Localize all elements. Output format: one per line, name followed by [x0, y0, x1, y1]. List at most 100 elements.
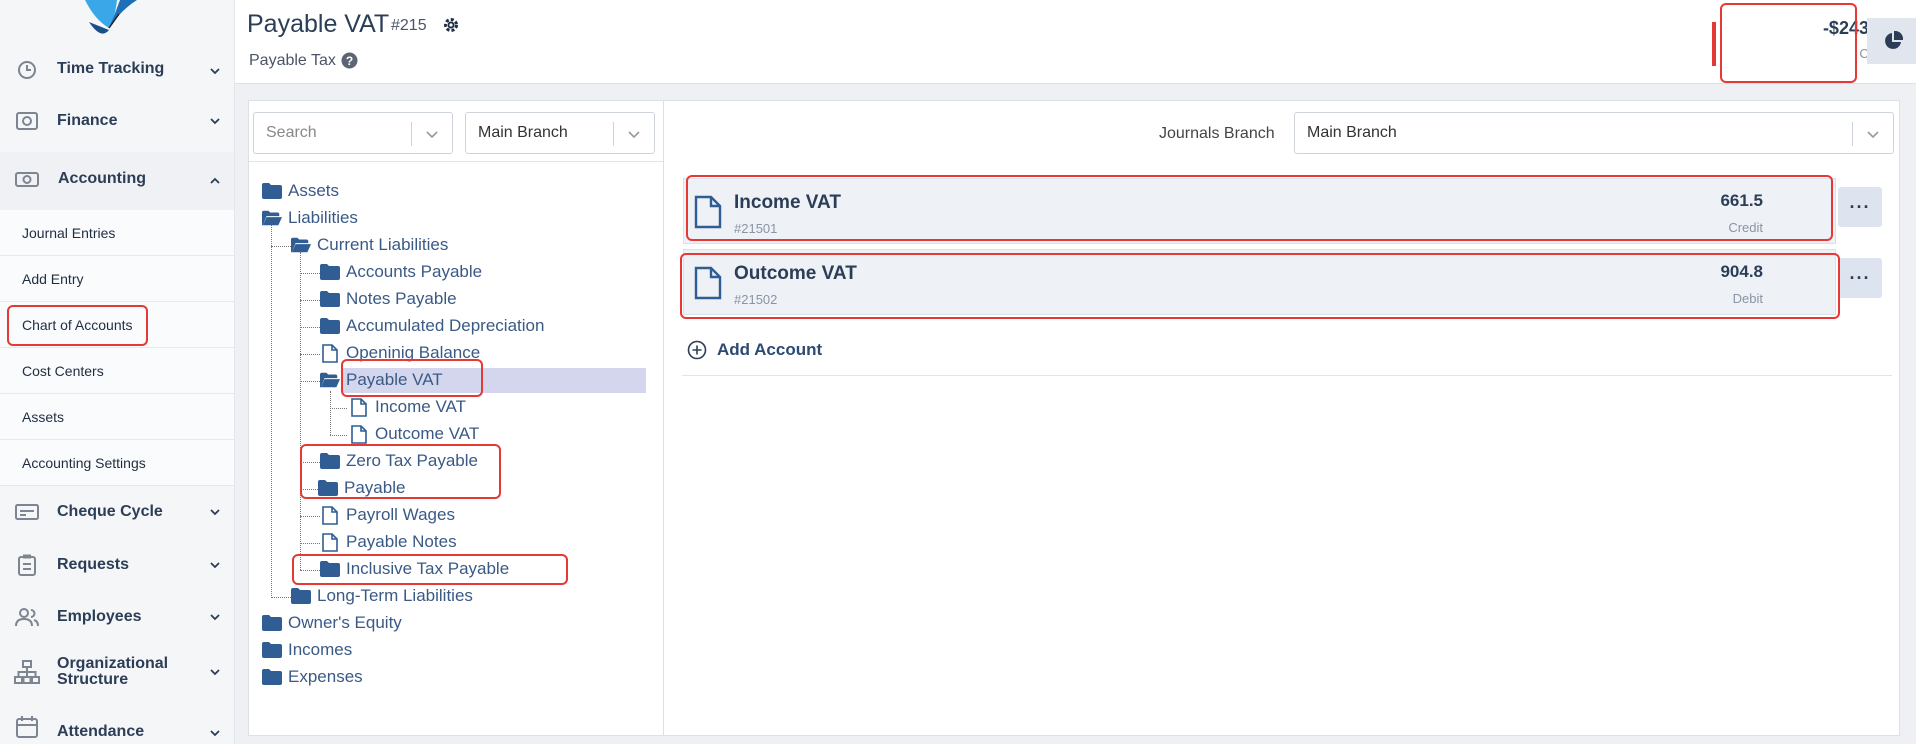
sidebar-subitem-assets[interactable]: Assets	[0, 394, 234, 440]
account-amount: 904.8	[1720, 262, 1763, 281]
file-icon	[694, 266, 722, 300]
folder-icon	[320, 263, 340, 281]
sidebar-item-label: Cheque Cycle	[57, 503, 163, 520]
status-indicator-bar	[1712, 22, 1716, 66]
butterfly-logo	[75, 0, 145, 44]
account-type: Credit	[1728, 220, 1763, 235]
tree-node-expenses[interactable]: Expenses	[262, 665, 363, 689]
tree-node-opening-balance[interactable]: Openinig Balance	[320, 341, 480, 365]
sidebar-item-finance[interactable]: Finance	[0, 100, 234, 142]
page-title: Payable VAT	[247, 10, 390, 38]
sidebar-item-organizational-structure[interactable]: Organizational Structure	[0, 646, 234, 698]
sidebar-item-time-tracking[interactable]: Time Tracking	[0, 56, 234, 84]
sidebar-item-attendance[interactable]: Attendance	[0, 710, 234, 744]
tree-node-long-term-liabilities[interactable]: Long-Term Liabilities	[291, 584, 473, 608]
tree-node-liabilities[interactable]: Liabilities	[262, 206, 358, 230]
sidebar-item-label: Time Tracking	[57, 60, 165, 77]
sidebar-subitem-add-entry[interactable]: Add Entry	[0, 256, 234, 302]
tree-node-accounts-payable[interactable]: Accounts Payable	[320, 260, 482, 284]
tree-node-owners-equity[interactable]: Owner's Equity	[262, 611, 402, 635]
chevron-up-icon	[210, 177, 220, 184]
clipboard-icon	[14, 552, 40, 578]
folder-icon	[320, 452, 340, 470]
tree-node-income-vat[interactable]: Income VAT	[349, 395, 466, 419]
tree-node-notes-payable[interactable]: Notes Payable	[320, 287, 457, 311]
ellipsis-icon: ···	[1849, 196, 1871, 217]
chevron-down-icon	[210, 118, 220, 125]
folder-icon	[262, 182, 282, 200]
tree-node-payable-vat[interactable]: Payable VAT	[320, 368, 443, 392]
chevron-down-icon	[1867, 131, 1879, 139]
tree-node-accumulated-depreciation[interactable]: Accumulated Depreciation	[320, 314, 544, 338]
highlight-balance	[1720, 3, 1857, 83]
clock-icon	[14, 57, 40, 83]
plus-circle-icon	[687, 340, 707, 360]
org-chart-icon	[14, 659, 40, 685]
sidebar-item-label: Attendance	[57, 723, 145, 740]
folder-open-icon	[320, 371, 340, 389]
ellipsis-icon: ···	[1849, 267, 1871, 288]
add-account-label: Add Account	[717, 340, 823, 359]
folder-icon	[291, 587, 311, 605]
gear-icon[interactable]	[442, 16, 460, 34]
tree-node-inclusive-tax-payable[interactable]: Inclusive Tax Payable	[320, 557, 509, 581]
sidebar-item-employees[interactable]: Employees	[0, 595, 234, 639]
tree-node-incomes[interactable]: Incomes	[262, 638, 352, 662]
file-icon	[320, 532, 340, 552]
sidebar-subitem-accounting-settings[interactable]: Accounting Settings	[0, 440, 234, 486]
account-code: #215	[391, 17, 427, 34]
tree-node-payroll-wages[interactable]: Payroll Wages	[320, 503, 455, 527]
tree-node-current-liabilities[interactable]: Current Liabilities	[291, 233, 448, 257]
chevron-down-icon	[210, 614, 220, 621]
tree-node-assets[interactable]: Assets	[262, 179, 339, 203]
account-name: Income VAT	[734, 192, 841, 213]
folder-icon	[262, 614, 282, 632]
folder-icon	[320, 317, 340, 335]
account-type: Debit	[1732, 291, 1763, 306]
sidebar-item-requests[interactable]: Requests	[0, 543, 234, 587]
account-code: #21501	[734, 221, 778, 236]
chevron-down-icon	[210, 730, 220, 737]
tree-line	[330, 391, 331, 435]
sidebar-subitem-journal-entries[interactable]: Journal Entries	[0, 210, 234, 256]
search-placeholder: Search	[266, 124, 317, 141]
file-icon	[320, 343, 340, 363]
more-options-button[interactable]: ···	[1838, 258, 1882, 298]
sidebar-subitem-chart-of-accounts[interactable]: Chart of Accounts	[0, 302, 234, 348]
sidebar-item-label: Requests	[57, 556, 130, 573]
folder-icon	[318, 479, 338, 497]
folder-icon	[320, 290, 340, 308]
chevron-down-icon	[210, 509, 220, 516]
file-icon	[349, 397, 369, 417]
folder-icon	[262, 641, 282, 659]
tree-node-payable[interactable]: Payable	[318, 476, 405, 500]
sidebar-item-label: Employees	[57, 608, 142, 625]
file-icon	[694, 195, 722, 229]
chevron-down-icon	[210, 68, 220, 75]
tree-node-outcome-vat[interactable]: Outcome VAT	[349, 422, 479, 446]
search-input[interactable]: Search	[253, 112, 453, 154]
folder-open-icon	[262, 209, 282, 227]
sidebar-item-accounting[interactable]: Accounting	[0, 152, 234, 210]
add-account-button[interactable]: Add Account	[687, 340, 822, 360]
account-row-income-vat[interactable]: Income VAT #21501 661.5 Credit	[683, 178, 1836, 244]
account-code: #21502	[734, 292, 778, 307]
calendar-icon	[14, 714, 40, 740]
branch-select[interactable]: Main Branch	[465, 112, 655, 154]
journals-branch-select[interactable]: Main Branch	[1294, 112, 1894, 154]
sidebar-subitem-cost-centers[interactable]: Cost Centers	[0, 348, 234, 394]
sidebar-item-cheque-cycle[interactable]: Cheque Cycle	[0, 490, 234, 534]
chevron-down-icon	[210, 562, 220, 569]
sidebar-item-label: Finance	[57, 112, 118, 129]
tree-node-zero-tax-payable[interactable]: Zero Tax Payable	[320, 449, 478, 473]
more-options-button[interactable]: ···	[1838, 187, 1882, 227]
safe-icon	[14, 108, 40, 134]
help-icon[interactable]: ?	[341, 52, 358, 69]
tree-node-payable-notes[interactable]: Payable Notes	[320, 530, 457, 554]
chart-button[interactable]	[1867, 18, 1916, 64]
chevron-down-icon	[426, 131, 438, 139]
folder-open-icon	[291, 236, 311, 254]
account-row-outcome-vat[interactable]: Outcome VAT #21502 904.8 Debit	[683, 249, 1836, 315]
branch-value: Main Branch	[478, 124, 568, 141]
folder-icon	[262, 668, 282, 686]
